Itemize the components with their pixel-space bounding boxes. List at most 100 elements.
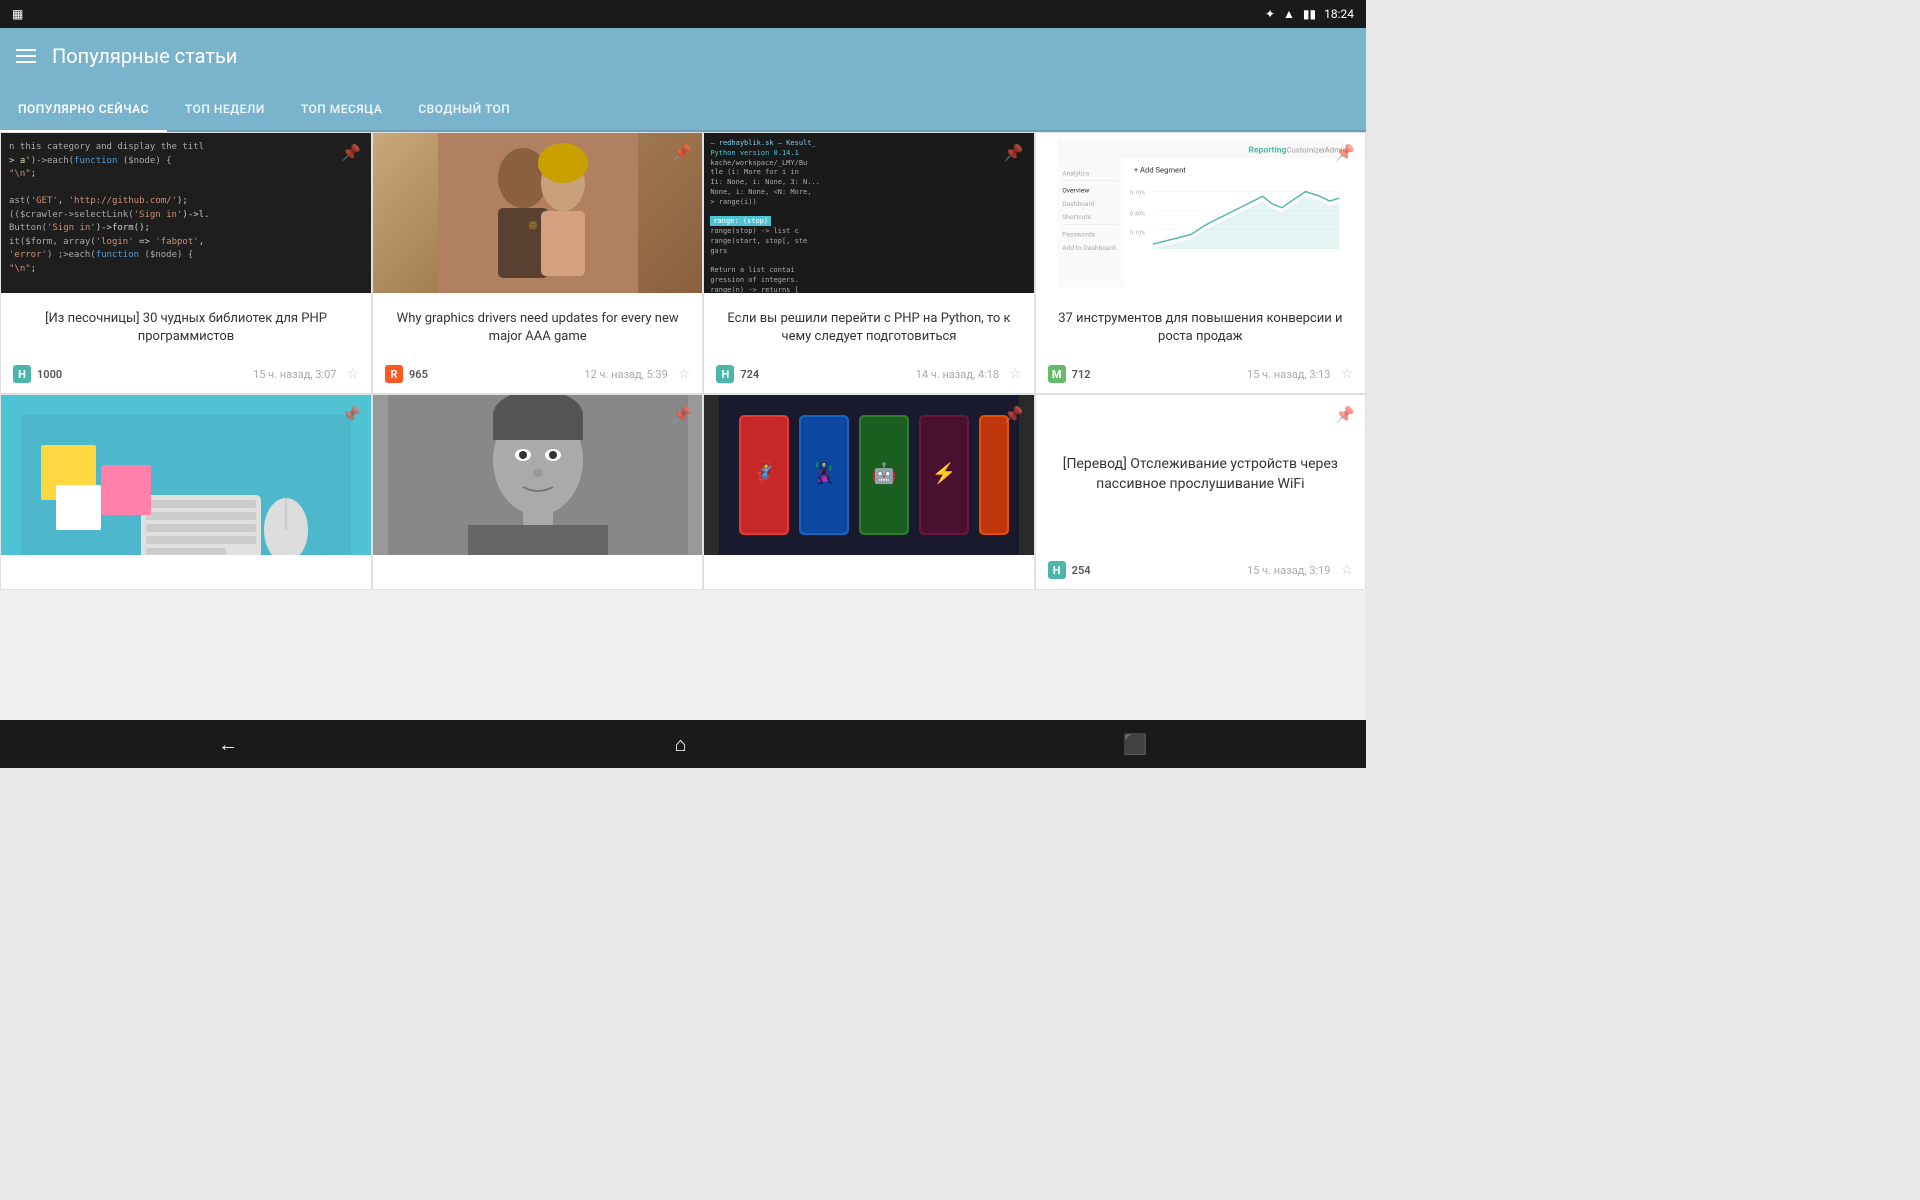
meta-count-3: 724 — [740, 368, 759, 381]
svg-text:🤖: 🤖 — [872, 461, 897, 485]
tab-top-week[interactable]: ТОП НЕДЕЛИ — [167, 88, 283, 132]
pin-icon-4[interactable]: 📌 — [1335, 143, 1355, 162]
card-title-4: 37 инструментов для повышения конверсии … — [1048, 303, 1353, 353]
card-image-7: 🦸 🦹 🤖 ⚡ — [704, 395, 1033, 555]
card-body-4: 37 инструментов для повышения конверсии … — [1036, 293, 1365, 359]
menu-button[interactable] — [16, 49, 36, 63]
article-card-6[interactable]: 📌 — [372, 394, 703, 590]
source-badge-8: H — [1048, 561, 1066, 579]
card-image-2: 😊 — [373, 133, 702, 293]
top-bar: Популярные статьи — [0, 28, 1366, 84]
svg-text:0.70%: 0.70% — [1130, 190, 1145, 196]
card-body-1: [Из песочницы] 30 чудных библиотек для P… — [1, 293, 371, 359]
meta-time-2: 12 ч. назад, 5:39 — [584, 368, 667, 381]
wifi-icon: ▲ — [1283, 7, 1295, 21]
star-icon-1[interactable]: ☆ — [346, 366, 359, 382]
source-badge-1: H — [13, 365, 31, 383]
svg-text:0.10%: 0.10% — [1130, 230, 1145, 236]
tab-bar: ПОПУЛЯРНО СЕЙЧАС ТОП НЕДЕЛИ ТОП МЕСЯЦА С… — [0, 84, 1366, 132]
pin-icon-7[interactable]: 📌 — [1004, 405, 1024, 424]
bluetooth-icon: ✦ — [1265, 7, 1275, 21]
analytics-image: Reporting Customizer Admin Analytics Ove… — [1036, 133, 1365, 293]
pin-icon-3[interactable]: 📌 — [1004, 143, 1024, 162]
tab-popular-now[interactable]: ПОПУЛЯРНО СЕЙЧАС — [0, 88, 167, 132]
source-badge-3: H — [716, 365, 734, 383]
app-grid-icon: ▦ — [12, 7, 23, 21]
meta-time-1: 15 ч. назад, 3:07 — [253, 368, 336, 381]
card-meta-8: H 254 15 ч. назад, 3:19 ☆ — [1036, 555, 1365, 589]
star-icon-2[interactable]: ☆ — [678, 366, 691, 382]
svg-text:Passwords: Passwords — [1062, 230, 1095, 238]
tab-top-combined[interactable]: СВОДНЫЙ ТОП — [400, 88, 528, 132]
star-icon-4[interactable]: ☆ — [1340, 366, 1353, 382]
card-image-4: Reporting Customizer Admin Analytics Ove… — [1036, 133, 1365, 293]
man-image — [373, 395, 702, 555]
home-button[interactable]: ⌂ — [644, 722, 716, 767]
bottom-navigation: ← ⌂ ⬛ — [0, 720, 1366, 768]
time-display: 18:24 — [1324, 7, 1354, 21]
meta-time-8: 15 ч. назад, 3:19 — [1247, 564, 1330, 577]
content-area: n this category and display the titl > a… — [0, 132, 1366, 720]
star-icon-8[interactable]: ☆ — [1340, 562, 1353, 578]
photo-couple: 😊 — [373, 133, 702, 293]
source-badge-2: R — [385, 365, 403, 383]
svg-text:Add to Dashboard: Add to Dashboard — [1062, 244, 1116, 252]
article-card-7[interactable]: 🦸 🦹 🤖 ⚡ 📌 — [703, 394, 1034, 590]
avengers-image: 🦸 🦹 🤖 ⚡ — [704, 395, 1033, 555]
svg-text:Shortcuts: Shortcuts — [1062, 213, 1091, 221]
pin-icon-1[interactable]: 📌 — [341, 143, 361, 162]
card-meta-4: M 712 15 ч. назад, 3:13 ☆ — [1036, 359, 1365, 393]
svg-text:Dashboard: Dashboard — [1062, 200, 1095, 208]
card-image-3: — redhayblik.sk — Kesult_ Python version… — [704, 133, 1033, 293]
pin-icon-8[interactable]: 📌 — [1335, 405, 1355, 424]
card-meta-1: H 1000 15 ч. назад, 3:07 ☆ — [1, 359, 371, 393]
card-meta-3: H 724 14 ч. назад, 4:18 ☆ — [704, 359, 1033, 393]
card-body-2: Why graphics drivers need updates for ev… — [373, 293, 702, 359]
card-title-2: Why graphics drivers need updates for ev… — [385, 303, 690, 353]
svg-text:⚡: ⚡ — [932, 461, 957, 485]
article-card-8[interactable]: 📌 [Перевод] Отслеживание устройств через… — [1035, 394, 1366, 590]
article-card-1[interactable]: n this category and display the titl > a… — [0, 132, 372, 394]
card-image-5 — [1, 395, 371, 555]
svg-text:Customizer: Customizer — [1286, 145, 1325, 154]
svg-text:Analytics: Analytics — [1062, 169, 1090, 177]
source-badge-4: M — [1048, 365, 1066, 383]
card-image-1: n this category and display the titl > a… — [1, 133, 371, 293]
meta-count-1: 1000 — [37, 368, 62, 381]
battery-icon: ▮▮ — [1303, 7, 1316, 21]
card-meta-2: R 965 12 ч. назад, 5:39 ☆ — [373, 359, 702, 393]
status-bar: ▦ ✦ ▲ ▮▮ 18:24 — [0, 0, 1366, 28]
article-card-2[interactable]: 😊 📌 Why graphics drivers need updates fo… — [372, 132, 703, 394]
article-card-4[interactable]: Reporting Customizer Admin Analytics Ove… — [1035, 132, 1366, 394]
pin-icon-6[interactable]: 📌 — [672, 405, 692, 424]
svg-text:+ Add Segment: + Add Segment — [1133, 165, 1185, 174]
pin-icon-5[interactable]: 📌 — [341, 405, 361, 424]
meta-time-3: 14 ч. назад, 4:18 — [916, 368, 999, 381]
card-title-3: Если вы решили перейти с PHP на Python, … — [716, 303, 1021, 353]
app-title: Популярные статьи — [52, 44, 237, 68]
card-title-8: [Перевод] Отслеживание устройств через п… — [1052, 450, 1349, 500]
status-bar-left: ▦ — [12, 7, 23, 21]
recents-button[interactable]: ⬛ — [1093, 722, 1178, 766]
svg-text:🦹: 🦹 — [812, 461, 837, 485]
svg-text:Reporting: Reporting — [1248, 145, 1286, 155]
svg-text:Overview: Overview — [1062, 186, 1089, 194]
article-card-3[interactable]: — redhayblik.sk — Kesult_ Python version… — [703, 132, 1034, 394]
meta-count-4: 712 — [1072, 368, 1091, 381]
article-card-5[interactable]: 📌 — [0, 394, 372, 590]
terminal-image: — redhayblik.sk — Kesult_ Python version… — [704, 133, 1033, 293]
meta-count-2: 965 — [409, 368, 428, 381]
back-button[interactable]: ← — [188, 722, 268, 767]
pin-icon-2[interactable]: 📌 — [672, 143, 692, 162]
card-body-3: Если вы решили перейти с PHP на Python, … — [704, 293, 1033, 359]
svg-text:0.40%: 0.40% — [1130, 211, 1145, 217]
svg-text:😊: 😊 — [528, 221, 538, 230]
card-title-1: [Из песочницы] 30 чудных библиотек для P… — [13, 303, 359, 353]
meta-time-4: 15 ч. назад, 3:13 — [1247, 368, 1330, 381]
status-bar-right: ✦ ▲ ▮▮ 18:24 — [1265, 7, 1354, 21]
article-grid: n this category and display the titl > a… — [0, 132, 1366, 590]
tab-top-month[interactable]: ТОП МЕСЯЦА — [283, 88, 400, 132]
meta-count-8: 254 — [1072, 564, 1091, 577]
svg-text:🦸: 🦸 — [752, 461, 777, 485]
star-icon-3[interactable]: ☆ — [1009, 366, 1022, 382]
